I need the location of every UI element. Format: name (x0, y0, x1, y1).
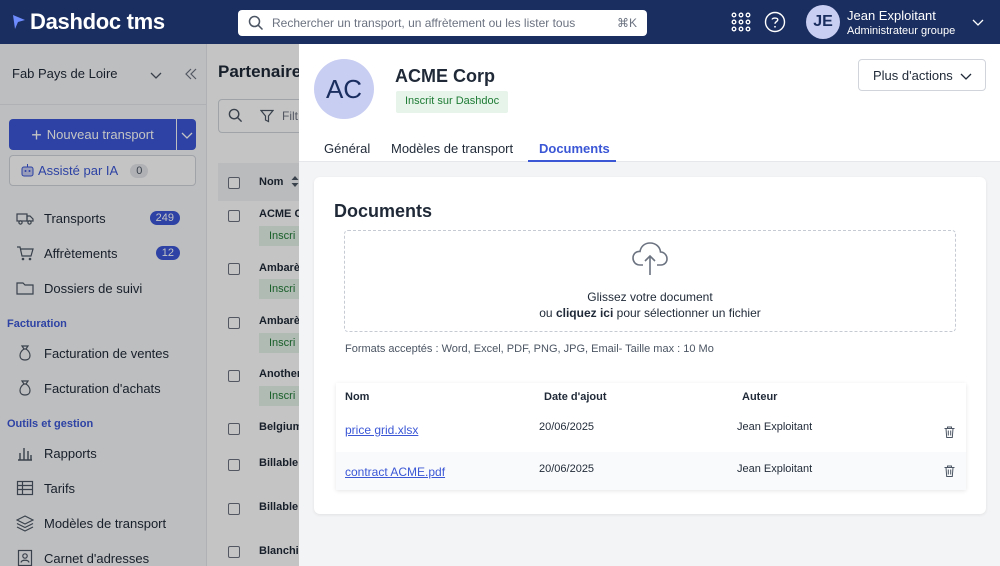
dropzone-instruction: Glissez votre document (587, 290, 713, 304)
company-name: ACME Corp (395, 66, 495, 86)
document-author: Jean Exploitant (737, 421, 813, 433)
table-row: contract ACME.pdf 20/06/2025 Jean Exploi… (336, 452, 966, 490)
section-title: Documents (334, 201, 433, 221)
more-actions-button[interactable]: Plus d'actions (858, 59, 986, 91)
click-here-link[interactable]: cliquez ici (556, 306, 613, 320)
app-name: Dashdoc tms (30, 9, 165, 34)
partner-drawer: AC ACME Corp Inscrit sur Dashdoc Plus d'… (299, 44, 1000, 566)
user-menu[interactable]: JE Jean Exploitant Administrateur groupe (806, 5, 955, 39)
drawer-header: AC ACME Corp Inscrit sur Dashdoc Plus d'… (299, 44, 1000, 162)
tab-documents[interactable]: Documents (539, 141, 610, 156)
search-shortcut: ⌘K (616, 16, 637, 30)
column-header-author: Auteur (742, 391, 778, 403)
search-input[interactable] (272, 16, 617, 30)
chevron-down-icon (960, 73, 972, 80)
file-dropzone[interactable]: Glissez votre document ou cliquez ici po… (344, 230, 956, 332)
trash-icon[interactable] (944, 465, 955, 477)
user-name: Jean Exploitant (847, 7, 936, 23)
tab-modeles-transport[interactable]: Modèles de transport (391, 141, 513, 156)
document-date: 20/06/2025 (539, 463, 595, 475)
status-badge: Inscrit sur Dashdoc (396, 91, 509, 113)
dropzone-select-text: ou cliquez ici pour sélectionner un fich… (345, 306, 955, 320)
column-header-date: Date d'ajout (544, 391, 607, 403)
column-header-name: Nom (345, 391, 370, 403)
dashdoc-logo-icon (13, 15, 25, 29)
dropzone-rest: pour sélectionner un fichier (616, 306, 761, 320)
document-author: Jean Exploitant (737, 463, 813, 475)
documents-card: Documents Glissez votre document ou cliq… (314, 177, 986, 514)
app-logo[interactable]: Dashdoc tms (12, 9, 212, 35)
global-search[interactable]: ⌘K (238, 10, 647, 36)
table-row: price grid.xlsx 20/06/2025 Jean Exploita… (336, 410, 966, 452)
modal-backdrop[interactable] (0, 44, 299, 566)
user-info: Jean Exploitant Administrateur groupe (847, 8, 955, 37)
cloud-upload-icon (632, 242, 668, 275)
search-icon (248, 15, 264, 31)
avatar: JE (806, 5, 840, 39)
dropzone-or: ou (539, 306, 553, 320)
document-link[interactable]: contract ACME.pdf (345, 465, 445, 479)
accepted-formats-note: Formats acceptés : Word, Excel, PDF, PNG… (345, 343, 714, 355)
tab-general[interactable]: Général (324, 141, 370, 156)
trash-icon[interactable] (944, 426, 955, 438)
document-link[interactable]: price grid.xlsx (345, 423, 418, 437)
top-bar: Dashdoc tms ⌘K JE Jean Exploitant Admini… (0, 0, 1000, 44)
documents-table: Nom Date d'ajout Auteur price grid.xlsx … (336, 383, 966, 490)
help-icon[interactable] (764, 11, 786, 33)
chevron-down-icon[interactable] (972, 16, 984, 28)
active-tab-indicator (528, 160, 616, 162)
document-date: 20/06/2025 (539, 421, 595, 433)
company-avatar: AC (314, 59, 374, 119)
user-role: Administrateur groupe (847, 24, 956, 37)
more-actions-label: Plus d'actions (873, 67, 953, 83)
apps-grid-icon[interactable] (731, 12, 751, 32)
